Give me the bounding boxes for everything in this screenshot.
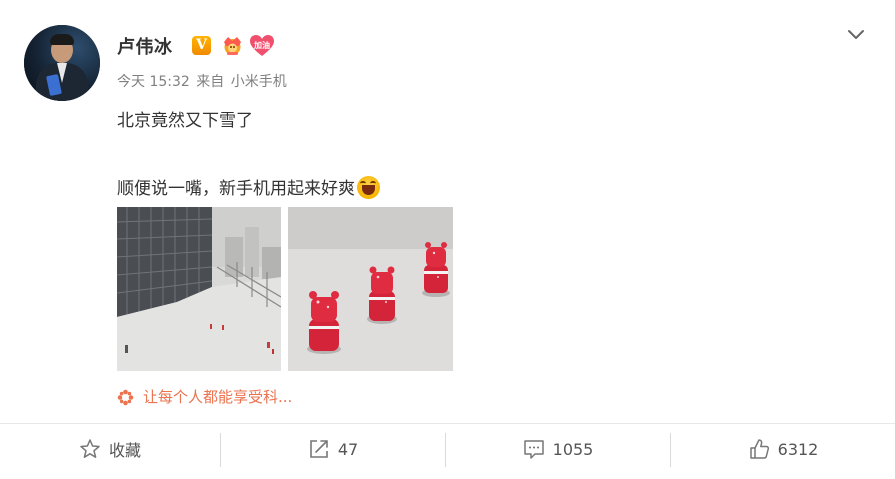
post-from-label: 来自 [196, 74, 225, 90]
post-text-line2: 顺便说一嘴，新手机用起来好爽 [117, 179, 355, 199]
like-button[interactable]: 6312 [671, 424, 895, 474]
avatar-hair [50, 34, 74, 45]
star-icon [80, 439, 100, 458]
post-text-line2-wrap: 顺便说一嘴，新手机用起来好爽 [117, 174, 380, 199]
laugh-emoji-icon [357, 176, 380, 199]
post-source[interactable]: 小米手机 [231, 74, 287, 90]
heart-badge-text: 加油 [254, 41, 270, 50]
chevron-down-icon[interactable] [846, 26, 866, 42]
heart-badge-icon[interactable]: 加油 [249, 34, 275, 58]
crown-badge-icon[interactable] [220, 34, 245, 56]
repost-icon [310, 440, 328, 458]
red-mascots-photo [288, 207, 453, 371]
favorite-button[interactable]: 收藏 [0, 424, 220, 474]
repost-button[interactable]: 47 [221, 424, 445, 474]
verified-v-icon[interactable]: V [192, 36, 211, 55]
repost-count: 47 [337, 439, 359, 459]
user-name[interactable]: 卢伟冰 [117, 33, 173, 59]
flower-topic-icon [117, 389, 134, 406]
post-meta: 今天 15:32 来自 小米手机 [117, 71, 289, 91]
comment-icon [523, 440, 544, 459]
post-text-line1: 北京竟然又下雪了 [117, 111, 253, 131]
favorite-label: 收藏 [108, 441, 141, 460]
snowy-street-photo [117, 207, 281, 371]
like-count: 6312 [777, 439, 819, 459]
comment-count: 1055 [552, 439, 594, 459]
thumbs-up-icon [749, 439, 769, 459]
avatar[interactable] [24, 25, 100, 101]
topic-link[interactable]: 让每个人都能享受科... [143, 386, 292, 407]
post-time[interactable]: 今天 15:32 [117, 74, 190, 90]
comment-button[interactable]: 1055 [446, 424, 670, 474]
post-image-snowy-street[interactable] [117, 207, 281, 371]
post-image-red-mascots[interactable] [288, 207, 453, 371]
